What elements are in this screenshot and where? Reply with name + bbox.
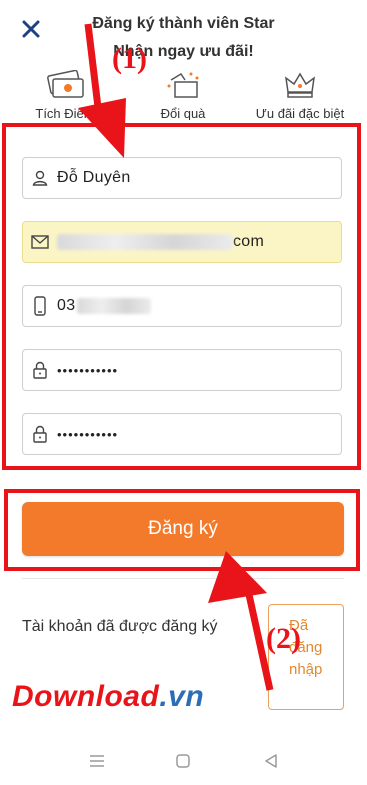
arrow-1-head [78, 98, 126, 158]
annotation-step-2: (2) [266, 622, 301, 655]
annotation-arrows [78, 23, 274, 691]
arrow-2-head [208, 551, 267, 603]
annotation-step-1: (1) [112, 42, 147, 75]
